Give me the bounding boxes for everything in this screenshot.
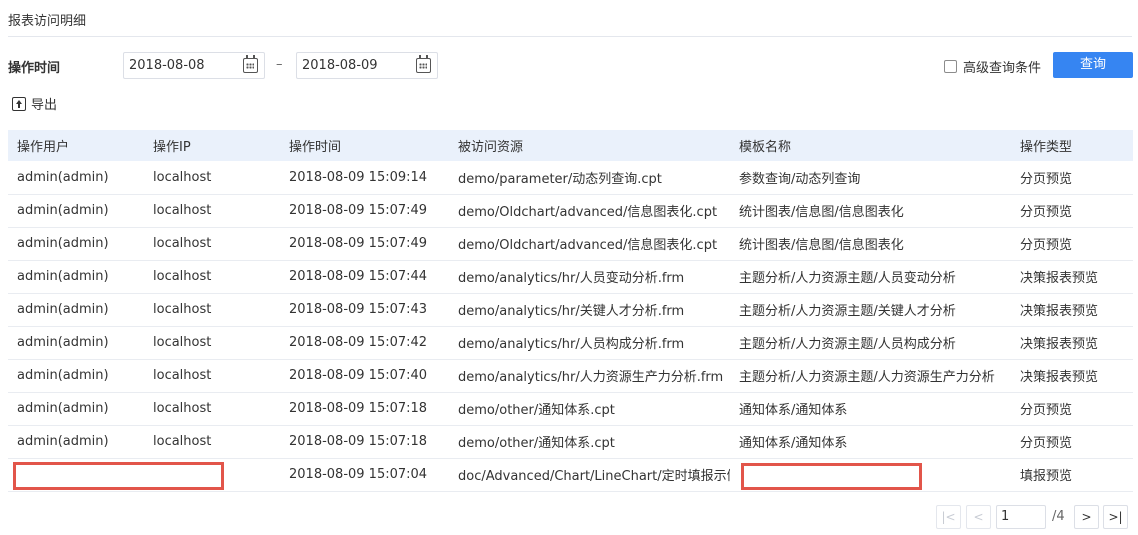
cell-template: 通知体系/通知体系	[730, 425, 1011, 459]
cell-time: 2018-08-09 15:07:18	[280, 392, 449, 426]
date-separator: –	[276, 57, 283, 72]
cell-ip: localhost	[144, 161, 280, 195]
cell-ip: localhost	[144, 260, 280, 294]
cell-time: 2018-08-09 15:07:42	[280, 326, 449, 360]
cell-template: 主题分析/人力资源主题/人力资源生产力分析	[730, 359, 1011, 393]
table-header-row: 操作用户 操作IP 操作时间 被访问资源 模板名称 操作类型	[8, 130, 1133, 161]
calendar-icon[interactable]	[416, 55, 431, 73]
cell-type: 决策报表预览	[1011, 260, 1133, 294]
cell-ip: localhost	[144, 293, 280, 327]
cell-time: 2018-08-09 15:07:43	[280, 293, 449, 327]
cell-template: 统计图表/信息图/信息图表化	[730, 227, 1011, 261]
column-header-type[interactable]: 操作类型	[1011, 130, 1133, 161]
export-icon	[12, 96, 26, 111]
cell-type: 分页预览	[1011, 392, 1133, 426]
advanced-query-label: 高级查询条件	[963, 61, 1042, 76]
end-date-value: 2018-08-09	[302, 58, 378, 73]
cell-type: 决策报表预览	[1011, 359, 1133, 393]
cell-type: 分页预览	[1011, 194, 1133, 228]
column-header-resource[interactable]: 被访问资源	[449, 130, 730, 161]
filter-label: 操作时间	[8, 61, 61, 76]
cell-user: admin(admin)	[8, 293, 144, 327]
cell-resource: demo/analytics/hr/关键人才分析.frm	[449, 293, 730, 327]
advanced-query-toggle[interactable]: 高级查询条件	[944, 57, 1041, 76]
checkbox-icon[interactable]	[944, 60, 957, 73]
cell-template: 主题分析/人力资源主题/关键人才分析	[730, 293, 1011, 327]
cell-template: 主题分析/人力资源主题/人员构成分析	[730, 326, 1011, 360]
cell-ip: localhost	[144, 194, 280, 228]
cell-type: 分页预览	[1011, 425, 1133, 459]
cell-user: admin(admin)	[8, 194, 144, 228]
table-row[interactable]: admin(admin) localhost 2018-08-09 15:07:…	[8, 392, 1133, 426]
cell-time: 2018-08-09 15:07:04	[280, 458, 449, 492]
table-row[interactable]: admin(admin) localhost 2018-08-09 15:07:…	[8, 227, 1133, 261]
export-label: 导出	[31, 98, 58, 113]
table-row[interactable]: admin(admin) localhost 2018-08-09 15:07:…	[8, 359, 1133, 393]
calendar-icon[interactable]	[243, 55, 258, 73]
cell-time: 2018-08-09 15:07:40	[280, 359, 449, 393]
page-total: /4	[1052, 509, 1065, 524]
cell-user: admin(admin)	[8, 425, 144, 459]
cell-time: 2018-08-09 15:07:49	[280, 194, 449, 228]
cell-user: admin(admin)	[8, 260, 144, 294]
cell-resource: demo/analytics/hr/人员构成分析.frm	[449, 326, 730, 360]
cell-resource: demo/analytics/hr/人员变动分析.frm	[449, 260, 730, 294]
cell-time: 2018-08-09 15:07:49	[280, 227, 449, 261]
query-button[interactable]: 查询	[1053, 52, 1133, 78]
cell-user: admin(admin)	[8, 161, 144, 195]
export-button[interactable]: 导出	[12, 94, 57, 113]
cell-resource: demo/Oldchart/advanced/信息图表化.cpt	[449, 227, 730, 261]
cell-type: 决策报表预览	[1011, 326, 1133, 360]
first-page-button[interactable]: |<	[936, 505, 961, 529]
cell-ip: localhost	[144, 359, 280, 393]
cell-user: admin(admin)	[8, 359, 144, 393]
cell-time: 2018-08-09 15:09:14	[280, 161, 449, 195]
cell-time: 2018-08-09 15:07:18	[280, 425, 449, 459]
start-date-value: 2018-08-08	[129, 58, 205, 73]
cell-ip: localhost	[144, 392, 280, 426]
table-row[interactable]: admin(admin) localhost 2018-08-09 15:07:…	[8, 293, 1133, 327]
page-title: 报表访问明细	[8, 14, 87, 29]
cell-resource: demo/other/通知体系.cpt	[449, 392, 730, 426]
cell-time: 2018-08-09 15:07:44	[280, 260, 449, 294]
cell-resource: demo/Oldchart/advanced/信息图表化.cpt	[449, 194, 730, 228]
cell-resource: doc/Advanced/Chart/LineChart/定时填报示例...	[449, 458, 730, 492]
prev-page-button[interactable]: <	[966, 505, 991, 529]
cell-ip: localhost	[144, 326, 280, 360]
cell-ip: localhost	[144, 227, 280, 261]
cell-type: 分页预览	[1011, 161, 1133, 195]
cell-template: 参数查询/动态列查询	[730, 161, 1011, 195]
column-header-time[interactable]: 操作时间	[280, 130, 449, 161]
cell-resource: demo/other/通知体系.cpt	[449, 425, 730, 459]
redaction-box-template	[741, 463, 922, 490]
cell-user: admin(admin)	[8, 227, 144, 261]
title-divider	[8, 36, 1132, 37]
cell-user: admin(admin)	[8, 326, 144, 360]
column-header-template[interactable]: 模板名称	[730, 130, 1011, 161]
table-row[interactable]: admin(admin) localhost 2018-08-09 15:07:…	[8, 194, 1133, 228]
cell-resource: demo/analytics/hr/人力资源生产力分析.frm	[449, 359, 730, 393]
cell-template: 统计图表/信息图/信息图表化	[730, 194, 1011, 228]
cell-type: 决策报表预览	[1011, 293, 1133, 327]
table-row[interactable]: admin(admin) localhost 2018-08-09 15:09:…	[8, 161, 1133, 195]
table-row[interactable]: admin(admin) localhost 2018-08-09 15:07:…	[8, 425, 1133, 459]
table-row[interactable]: admin(admin) localhost 2018-08-09 15:07:…	[8, 260, 1133, 294]
page-number-input[interactable]: 1	[996, 505, 1046, 529]
last-page-button[interactable]: >|	[1103, 505, 1128, 529]
cell-ip: localhost	[144, 425, 280, 459]
access-detail-table: 操作用户 操作IP 操作时间 被访问资源 模板名称 操作类型 admin(adm…	[8, 130, 1133, 492]
cell-template: 通知体系/通知体系	[730, 392, 1011, 426]
cell-user: admin(admin)	[8, 392, 144, 426]
cell-template: 主题分析/人力资源主题/人员变动分析	[730, 260, 1011, 294]
end-date-input[interactable]: 2018-08-09	[296, 52, 438, 79]
column-header-ip[interactable]: 操作IP	[144, 130, 280, 161]
redaction-box-user-ip	[13, 462, 224, 490]
cell-resource: demo/parameter/动态列查询.cpt	[449, 161, 730, 195]
start-date-input[interactable]: 2018-08-08	[123, 52, 265, 79]
cell-type: 分页预览	[1011, 227, 1133, 261]
next-page-button[interactable]: >	[1074, 505, 1099, 529]
column-header-user[interactable]: 操作用户	[8, 130, 144, 161]
table-row[interactable]: admin(admin) localhost 2018-08-09 15:07:…	[8, 326, 1133, 360]
cell-type: 填报预览	[1011, 458, 1133, 492]
